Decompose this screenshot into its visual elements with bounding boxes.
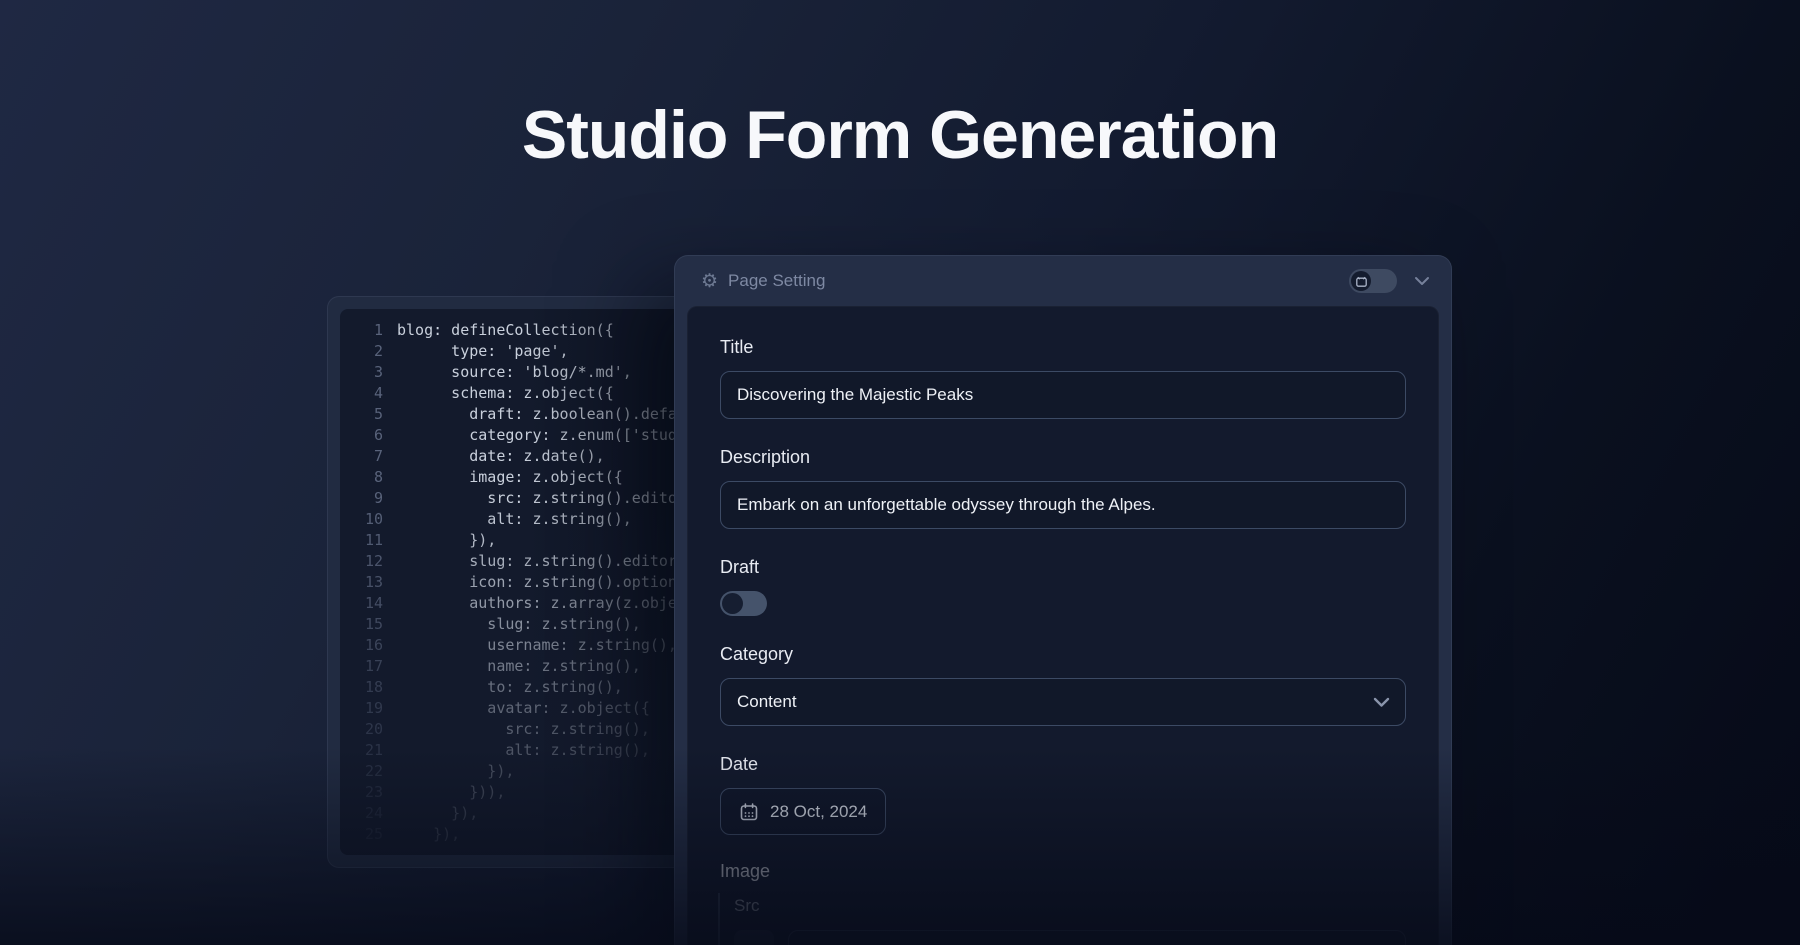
- collapse-chevron-down-icon[interactable]: [1415, 277, 1429, 285]
- image-field-group: Image Src: [720, 861, 1406, 945]
- line-number: 24: [340, 803, 383, 824]
- group-indent-line: [718, 893, 720, 945]
- form-code-view-toggle[interactable]: [1349, 269, 1397, 293]
- line-number: 7: [340, 446, 383, 467]
- line-number: 2: [340, 341, 383, 362]
- code-text: }),: [383, 761, 514, 782]
- code-text: to: z.string(),: [383, 677, 623, 698]
- code-text: icon: z.string().optiona: [383, 572, 686, 593]
- code-text: blog: defineCollection({: [383, 320, 614, 341]
- page: Studio Form Generation 1blog: defineColl…: [0, 0, 1800, 945]
- gear-icon: ⚙: [701, 272, 718, 291]
- draft-toggle-knob: [722, 593, 743, 614]
- panel-title: Page Setting: [728, 271, 1349, 291]
- line-number: 22: [340, 761, 383, 782]
- code-view-icon: [1351, 271, 1371, 291]
- code-text: image: z.object({: [383, 467, 623, 488]
- page-setting-panel: ⚙ Page Setting Title Descriptio: [674, 255, 1452, 945]
- line-number: 8: [340, 467, 383, 488]
- code-text: category: z.enum(['studi: [383, 425, 686, 446]
- line-number: 14: [340, 593, 383, 614]
- category-value: Content: [737, 692, 797, 712]
- draft-toggle[interactable]: [720, 591, 767, 616]
- line-number: 4: [340, 383, 383, 404]
- line-number: 23: [340, 782, 383, 803]
- line-number: 15: [340, 614, 383, 635]
- line-number: 12: [340, 551, 383, 572]
- code-text: authors: z.array(z.objec: [383, 593, 686, 614]
- line-number: 1: [340, 320, 383, 341]
- image-label: Image: [720, 861, 1406, 882]
- code-text: slug: z.string().editor(: [383, 551, 686, 572]
- line-number: 17: [340, 656, 383, 677]
- code-text: draft: z.boolean().defau: [383, 404, 686, 425]
- code-text: }),: [383, 824, 460, 845]
- title-label: Title: [720, 337, 1406, 358]
- date-picker-button[interactable]: 28 Oct, 2024: [720, 788, 886, 835]
- line-number: 3: [340, 362, 383, 383]
- chevron-down-icon: [1374, 679, 1389, 725]
- code-text: }),: [383, 803, 478, 824]
- code-text: username: z.string(),: [383, 635, 677, 656]
- description-input[interactable]: [720, 481, 1406, 529]
- line-number: 13: [340, 572, 383, 593]
- date-value: 28 Oct, 2024: [770, 802, 867, 822]
- category-select[interactable]: Content: [720, 678, 1406, 726]
- line-number: 21: [340, 740, 383, 761]
- line-number: 11: [340, 530, 383, 551]
- description-label: Description: [720, 447, 1406, 468]
- code-text: })),: [383, 782, 505, 803]
- code-text: type: 'page',: [383, 341, 569, 362]
- code-text: alt: z.string(),: [383, 509, 632, 530]
- code-text: src: z.string().editor: [383, 488, 686, 509]
- code-text: slug: z.string(),: [383, 614, 641, 635]
- date-label: Date: [720, 754, 1406, 775]
- line-number: 16: [340, 635, 383, 656]
- draft-label: Draft: [720, 557, 1406, 578]
- line-number: 20: [340, 719, 383, 740]
- line-number: 25: [340, 824, 383, 845]
- code-text: date: z.date(),: [383, 446, 605, 467]
- image-src-input[interactable]: [788, 930, 1406, 945]
- category-label: Category: [720, 644, 1406, 665]
- code-text: src: z.string(),: [383, 719, 650, 740]
- line-number: 9: [340, 488, 383, 509]
- page-setting-form: Title Description Draft Category Content: [687, 306, 1439, 945]
- line-number: 18: [340, 677, 383, 698]
- code-text: }),: [383, 530, 496, 551]
- title-input[interactable]: [720, 371, 1406, 419]
- code-text: source: 'blog/*.md',: [383, 362, 632, 383]
- line-number: 10: [340, 509, 383, 530]
- calendar-icon: [739, 802, 759, 822]
- page-title: Studio Form Generation: [0, 96, 1800, 174]
- image-thumbnail[interactable]: [734, 930, 774, 945]
- code-text: name: z.string(),: [383, 656, 641, 677]
- line-number: 5: [340, 404, 383, 425]
- line-number: 6: [340, 425, 383, 446]
- code-text: schema: z.object({: [383, 383, 614, 404]
- image-src-label: Src: [734, 896, 1406, 916]
- line-number: 19: [340, 698, 383, 719]
- code-text: avatar: z.object({: [383, 698, 650, 719]
- code-text: alt: z.string(),: [383, 740, 650, 761]
- page-setting-header: ⚙ Page Setting: [675, 256, 1451, 306]
